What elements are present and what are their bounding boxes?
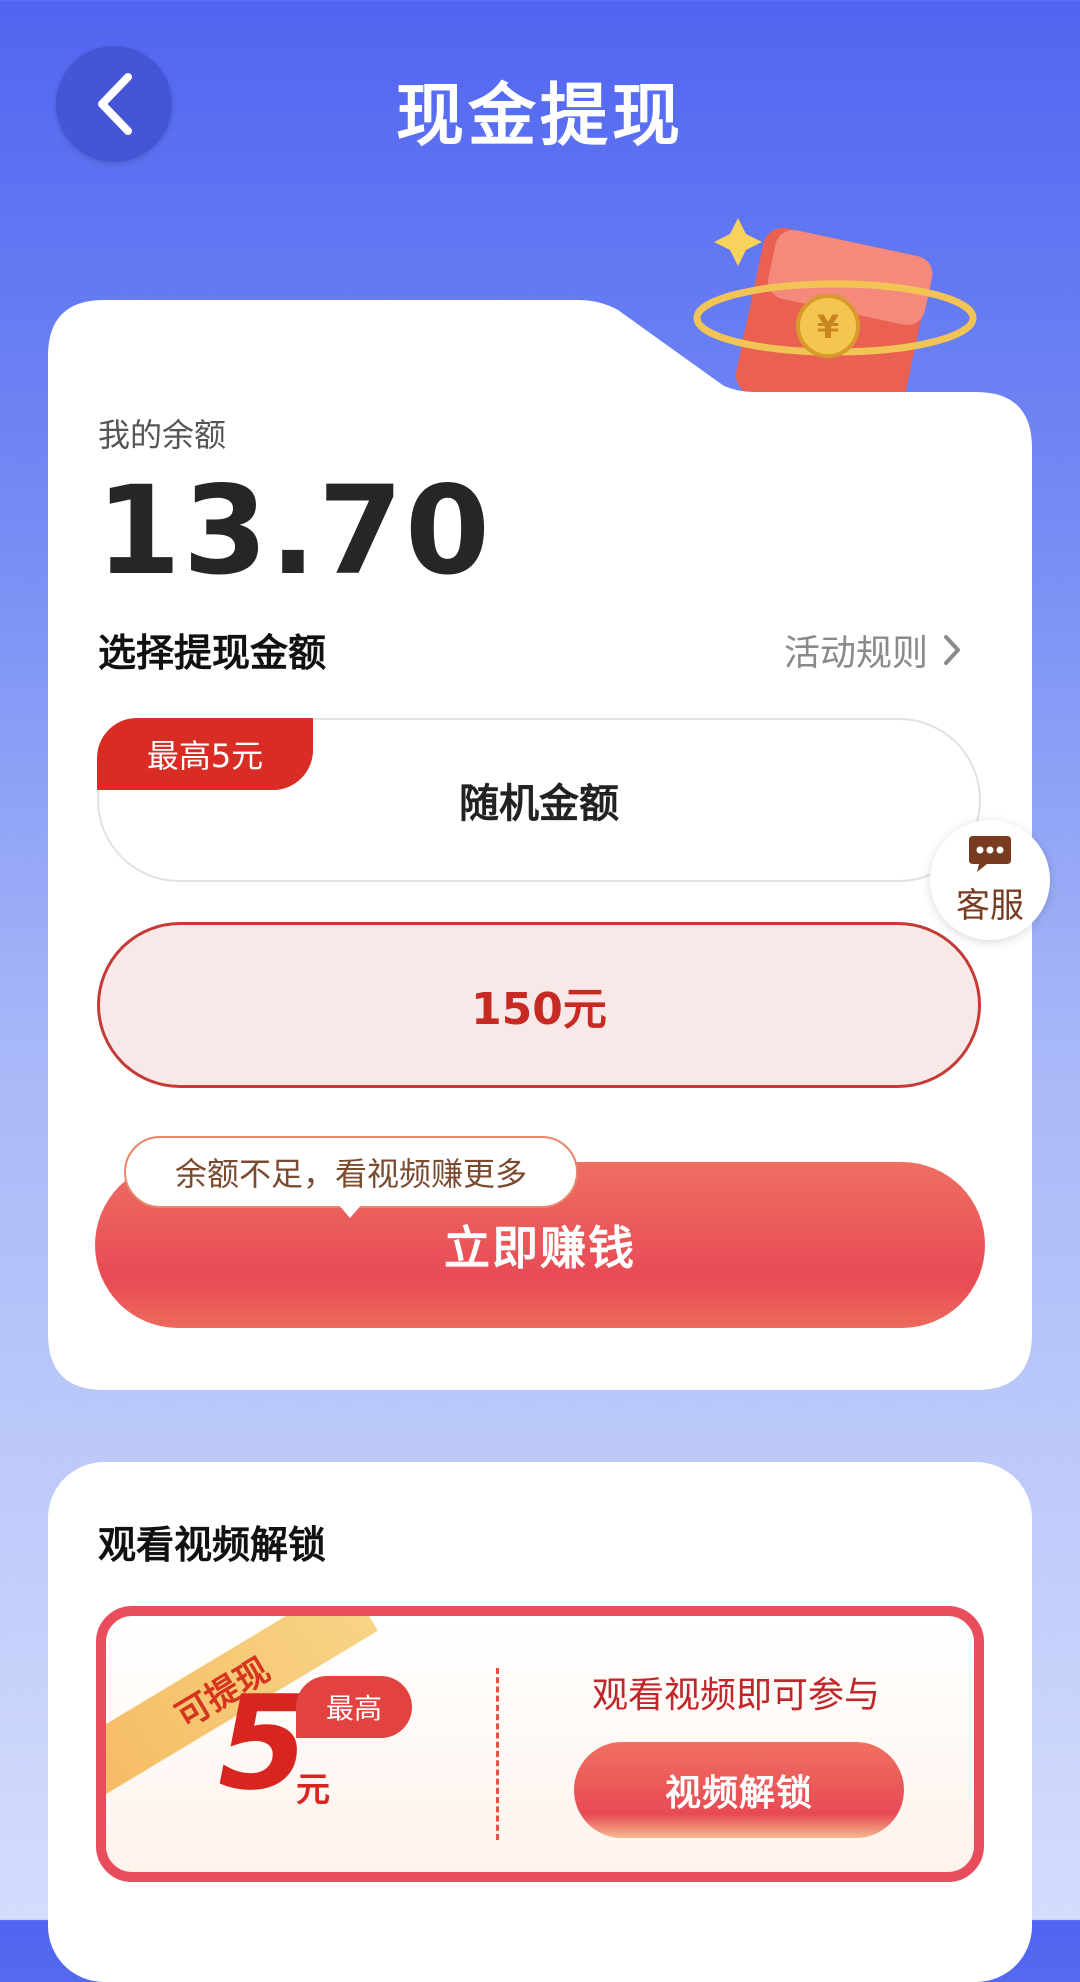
tooltip-tail [338, 1204, 362, 1218]
video-unlock-title: 观看视频解锁 [98, 1523, 327, 1567]
page-title: 现金提现 [395, 77, 684, 156]
option-150-yuan[interactable]: 150元 [97, 922, 981, 1088]
chat-bubble-icon [969, 835, 1011, 872]
max-amount-tag: 最高5元 [97, 718, 313, 790]
coupon-max-tag: 最高 [296, 1676, 412, 1738]
coupon-description: 观看视频即可参与 [592, 1675, 881, 1716]
activity-rules-label: 活动规则 [784, 633, 929, 674]
coupon-unit: 元 [296, 1770, 330, 1810]
video-unlock-label: 视频解锁 [664, 1773, 813, 1814]
customer-service-label: 客服 [956, 885, 1024, 926]
activity-rules-link[interactable]: 活动规则 [784, 624, 962, 676]
option-random-label: 随机金额 [459, 781, 619, 827]
coupon-divider [496, 1668, 499, 1840]
balance-label: 我的余额 [98, 416, 227, 454]
coupon-amount: 5 [218, 1667, 309, 1819]
unlock-coupon: 可提现 5 最高 元 观看视频即可参与 视频解锁 [96, 1606, 984, 1882]
video-unlock-button[interactable]: 视频解锁 [574, 1742, 904, 1838]
option-150-label: 150元 [471, 984, 607, 1035]
balance-value: 13.70 [96, 460, 492, 602]
customer-service-button[interactable]: 客服 [930, 820, 1050, 940]
insufficient-balance-tooltip: 余额不足，看视频赚更多 [124, 1136, 578, 1208]
earn-now-label: 立即赚钱 [444, 1221, 636, 1275]
withdraw-section-title: 选择提现金额 [98, 631, 327, 675]
chevron-right-icon [944, 635, 961, 665]
